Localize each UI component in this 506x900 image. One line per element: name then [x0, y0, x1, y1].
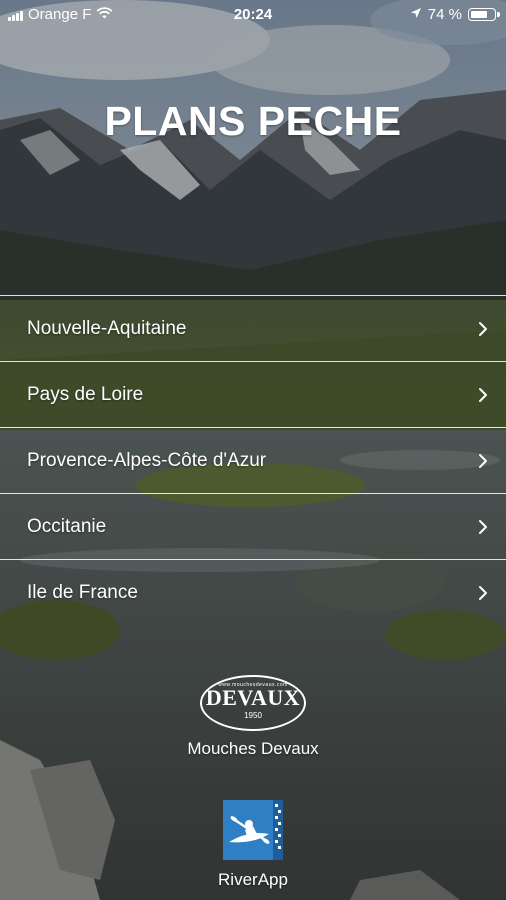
page-title: PLANS PECHE — [104, 98, 402, 144]
partner-riverapp[interactable]: RiverApp — [0, 800, 506, 890]
devaux-logo-brand: DEVAUX — [205, 684, 301, 710]
region-item-occitanie[interactable]: Occitanie — [0, 493, 506, 559]
chevron-right-icon — [478, 519, 488, 535]
devaux-logo-url: www.mouchesdevaux.com — [218, 682, 288, 688]
chevron-right-icon — [478, 453, 488, 469]
chevron-right-icon — [478, 585, 488, 601]
region-label: Nouvelle-Aquitaine — [27, 317, 187, 339]
region-item-pays-de-loire[interactable]: Pays de Loire — [0, 361, 506, 427]
region-list: Nouvelle-Aquitaine Pays de Loire Provenc… — [0, 295, 506, 625]
region-item-ile-de-france[interactable]: Ile de France — [0, 559, 506, 625]
chevron-right-icon — [478, 321, 488, 337]
region-label: Provence-Alpes-Côte d'Azur — [27, 449, 267, 471]
riverapp-kayak-icon — [223, 800, 283, 860]
devaux-label: Mouches Devaux — [187, 739, 319, 758]
region-label: Ile de France — [27, 581, 138, 603]
region-item-provence-alpes-cote-d-azur[interactable]: Provence-Alpes-Côte d'Azur — [0, 427, 506, 493]
partner-devaux[interactable]: www.mouchesdevaux.com DEVAUX 1950 Mouche… — [0, 675, 506, 759]
devaux-logo-year: 1950 — [244, 710, 262, 720]
status-bar-right: 74 % — [410, 6, 500, 23]
status-bar: Orange F 20:24 74 % — [0, 0, 506, 30]
battery-icon — [468, 8, 500, 21]
battery-percent: 74 % — [427, 6, 462, 23]
riverapp-label: RiverApp — [218, 870, 288, 889]
region-label: Pays de Loire — [27, 383, 144, 405]
battery-level — [471, 11, 487, 18]
region-label: Occitanie — [27, 515, 107, 537]
location-arrow-icon — [410, 6, 422, 23]
region-item-nouvelle-aquitaine[interactable]: Nouvelle-Aquitaine — [0, 295, 506, 361]
chevron-right-icon — [478, 387, 488, 403]
devaux-logo: www.mouchesdevaux.com DEVAUX 1950 — [200, 675, 306, 731]
